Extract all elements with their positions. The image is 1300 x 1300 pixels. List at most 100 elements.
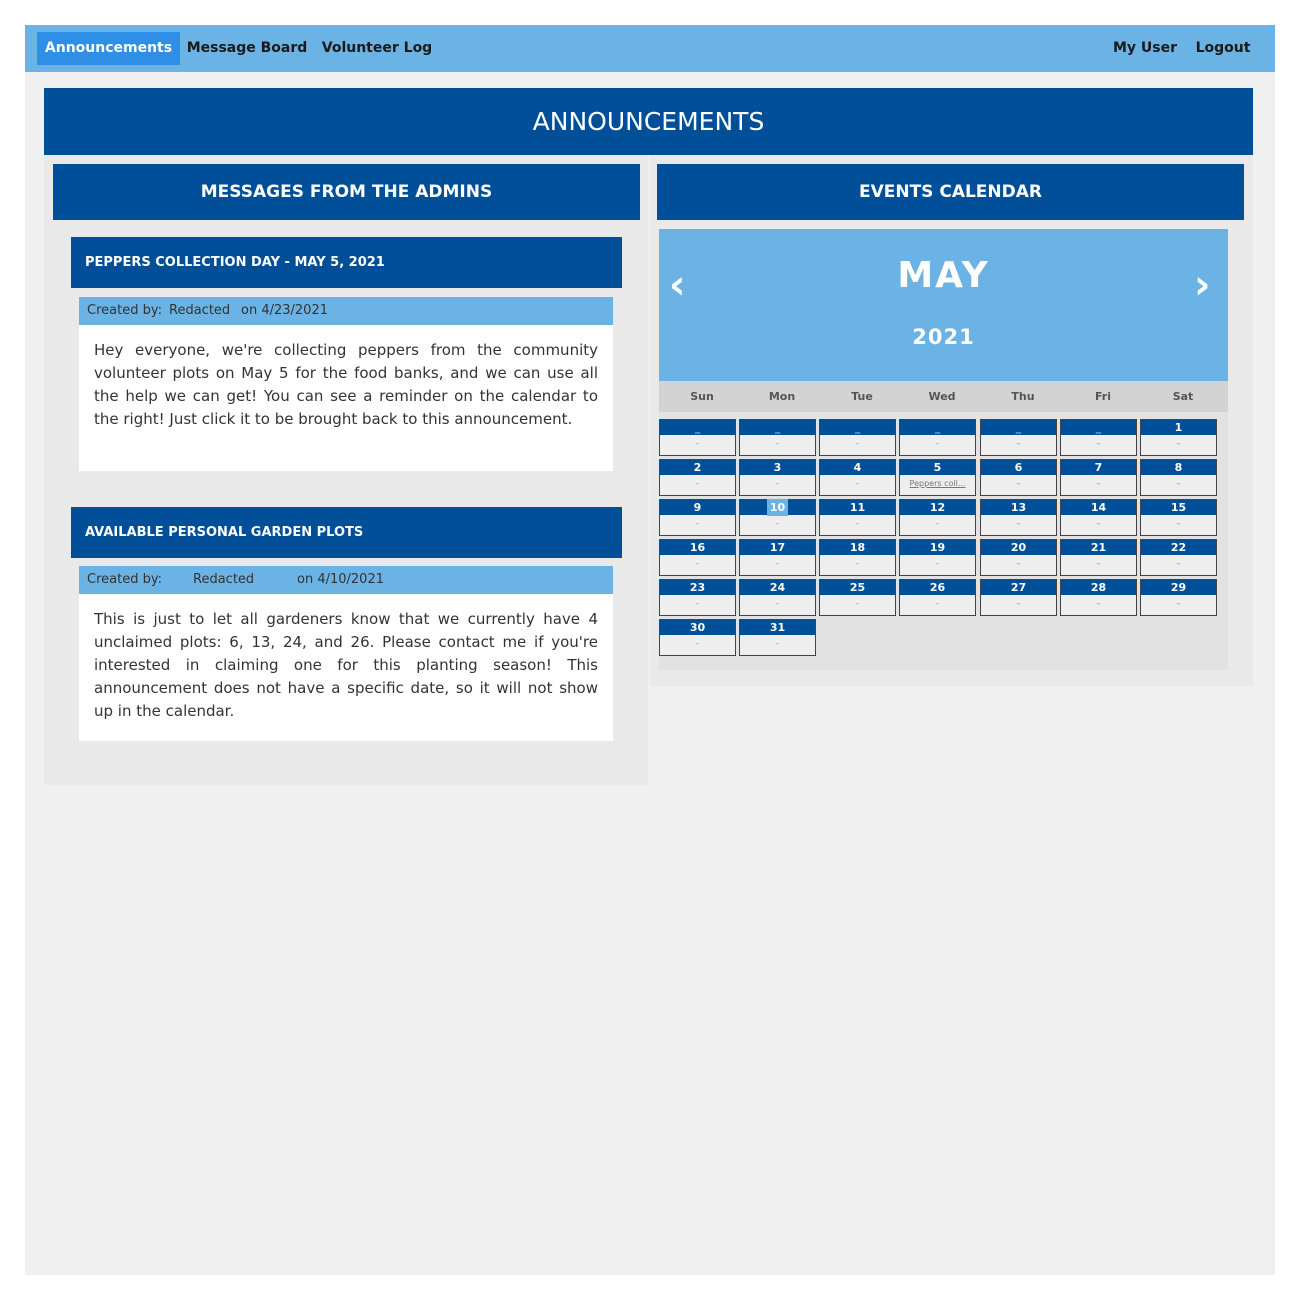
- messages-header: MESSAGES FROM THE ADMINS: [53, 164, 640, 220]
- day-event-empty: –: [1016, 559, 1021, 569]
- weekday-label: Fri: [1094, 390, 1111, 403]
- nav-volunteer-log[interactable]: Volunteer Log: [317, 32, 437, 65]
- calendar-day-4[interactable]: 4–: [819, 459, 896, 496]
- announcement-meta: Created by: Redacted on 4/10/2021: [79, 566, 613, 594]
- day-event-empty: –: [855, 479, 860, 489]
- day-event-empty: –: [1096, 439, 1101, 449]
- calendar-day-17[interactable]: 17 –: [739, 539, 816, 576]
- weekday-label: Wed: [928, 390, 956, 403]
- day-event-empty: –: [1016, 439, 1021, 449]
- calendar-day-5[interactable]: 5 Peppers coll...: [899, 459, 976, 496]
- chevron-right-icon[interactable]: ›: [1194, 261, 1210, 309]
- calendar-day-19[interactable]: 19 –: [899, 539, 976, 576]
- calendar-day-15[interactable]: 15 –: [1140, 499, 1217, 536]
- calendar-day-27[interactable]: 27 –: [980, 579, 1057, 616]
- calendar-day-13[interactable]: 13 –: [980, 499, 1057, 536]
- day-event-link[interactable]: Peppers coll...: [900, 476, 975, 495]
- day-number: 24: [740, 580, 815, 595]
- calendar-day-31[interactable]: 31 –: [739, 619, 816, 656]
- day-placeholder: _: [740, 420, 815, 435]
- calendar-day-6[interactable]: 6–: [980, 459, 1057, 496]
- day-event-empty: –: [695, 639, 700, 649]
- nav-logout[interactable]: Logout: [1191, 32, 1255, 65]
- day-placeholder: _: [820, 420, 895, 435]
- calendar-day-24[interactable]: 24 –: [739, 579, 816, 616]
- nav-my-user[interactable]: My User: [1105, 32, 1185, 65]
- day-event-empty: –: [775, 439, 780, 449]
- calendar-blank-cell[interactable]: _ –: [980, 419, 1057, 456]
- day-number: 28: [1061, 580, 1136, 595]
- day-event-empty: –: [695, 439, 700, 449]
- weekday-label: Tue: [851, 390, 873, 403]
- weekday-label: Thu: [1011, 390, 1035, 403]
- today-marker: 10: [766, 499, 789, 516]
- day-event-empty: –: [1176, 559, 1181, 569]
- day-number: 6: [981, 460, 1056, 475]
- calendar-day-1[interactable]: 1–: [1140, 419, 1217, 456]
- weekday-label: Sat: [1172, 390, 1194, 403]
- day-event-empty: –: [855, 599, 860, 609]
- day-event-empty: –: [695, 479, 700, 489]
- created-date: on 4/10/2021: [297, 572, 384, 587]
- day-event-empty: –: [1096, 479, 1101, 489]
- calendar-day-12[interactable]: 12 –: [899, 499, 976, 536]
- created-by-label: Created by:: [87, 303, 162, 318]
- weekday-header-row: Sun Mon Tue Wed Thu Fri Sat: [659, 381, 1228, 412]
- top-navbar: Announcements Message Board Volunteer Lo…: [25, 25, 1275, 72]
- day-number: 21: [1061, 540, 1136, 555]
- calendar-day-28[interactable]: 28 –: [1060, 579, 1137, 616]
- day-number: 15: [1141, 500, 1216, 515]
- calendar-blank-cell[interactable]: _ –: [659, 419, 736, 456]
- calendar-month: MAY: [897, 255, 990, 296]
- nav-message-board[interactable]: Message Board: [185, 32, 309, 65]
- day-number: 4: [820, 460, 895, 475]
- calendar-day-10[interactable]: 10 –: [739, 499, 816, 536]
- created-date: on 4/23/2021: [241, 303, 328, 318]
- announcement-title[interactable]: PEPPERS COLLECTION DAY - MAY 5, 2021: [71, 237, 622, 288]
- calendar-day-16[interactable]: 16 –: [659, 539, 736, 576]
- day-number: 23: [660, 580, 735, 595]
- calendar-day-3[interactable]: 3–: [739, 459, 816, 496]
- day-event-empty: –: [935, 599, 940, 609]
- calendar-day-7[interactable]: 7–: [1060, 459, 1137, 496]
- day-event-empty: –: [1016, 599, 1021, 609]
- weekday-label: Mon: [768, 390, 796, 403]
- calendar-day-18[interactable]: 18 –: [819, 539, 896, 576]
- day-event-empty: –: [1016, 519, 1021, 529]
- calendar-blank-cell[interactable]: _ –: [739, 419, 816, 456]
- calendar-blank-cell[interactable]: _ –: [819, 419, 896, 456]
- day-placeholder: _: [900, 420, 975, 435]
- nav-announcements[interactable]: Announcements: [37, 32, 180, 65]
- announcement-title[interactable]: AVAILABLE PERSONAL GARDEN PLOTS: [71, 507, 622, 558]
- calendar-day-26[interactable]: 26 –: [899, 579, 976, 616]
- calendar-day-11[interactable]: 11 –: [819, 499, 896, 536]
- calendar-blank-cell[interactable]: _ –: [899, 419, 976, 456]
- calendar-day-22[interactable]: 22 –: [1140, 539, 1217, 576]
- day-number: 5: [900, 460, 975, 475]
- announcement-body: This is just to let all gardeners know t…: [79, 594, 613, 741]
- day-number: 19: [900, 540, 975, 555]
- calendar-blank-cell[interactable]: _ –: [1060, 419, 1137, 456]
- day-event-empty: –: [935, 519, 940, 529]
- calendar-day-30[interactable]: 30 –: [659, 619, 736, 656]
- calendar-day-2[interactable]: 2–: [659, 459, 736, 496]
- calendar-day-29[interactable]: 29 –: [1140, 579, 1217, 616]
- day-event-empty: –: [1176, 479, 1181, 489]
- author-name: Redacted: [169, 303, 231, 318]
- day-number: 26: [900, 580, 975, 595]
- calendar-day-9[interactable]: 9–: [659, 499, 736, 536]
- day-number: 9: [660, 500, 735, 515]
- calendar-day-20[interactable]: 20 –: [980, 539, 1057, 576]
- day-number: 16: [660, 540, 735, 555]
- day-event-empty: –: [1176, 439, 1181, 449]
- calendar-day-14[interactable]: 14 –: [1060, 499, 1137, 536]
- day-event-empty: –: [695, 559, 700, 569]
- calendar-day-25[interactable]: 25 –: [819, 579, 896, 616]
- calendar-day-8[interactable]: 8–: [1140, 459, 1217, 496]
- day-number: 3: [740, 460, 815, 475]
- calendar-day-23[interactable]: 23 –: [659, 579, 736, 616]
- calendar-day-21[interactable]: 21 –: [1060, 539, 1137, 576]
- day-number: 14: [1061, 500, 1136, 515]
- page-title: ANNOUNCEMENTS: [44, 88, 1253, 155]
- day-event-empty: –: [1176, 519, 1181, 529]
